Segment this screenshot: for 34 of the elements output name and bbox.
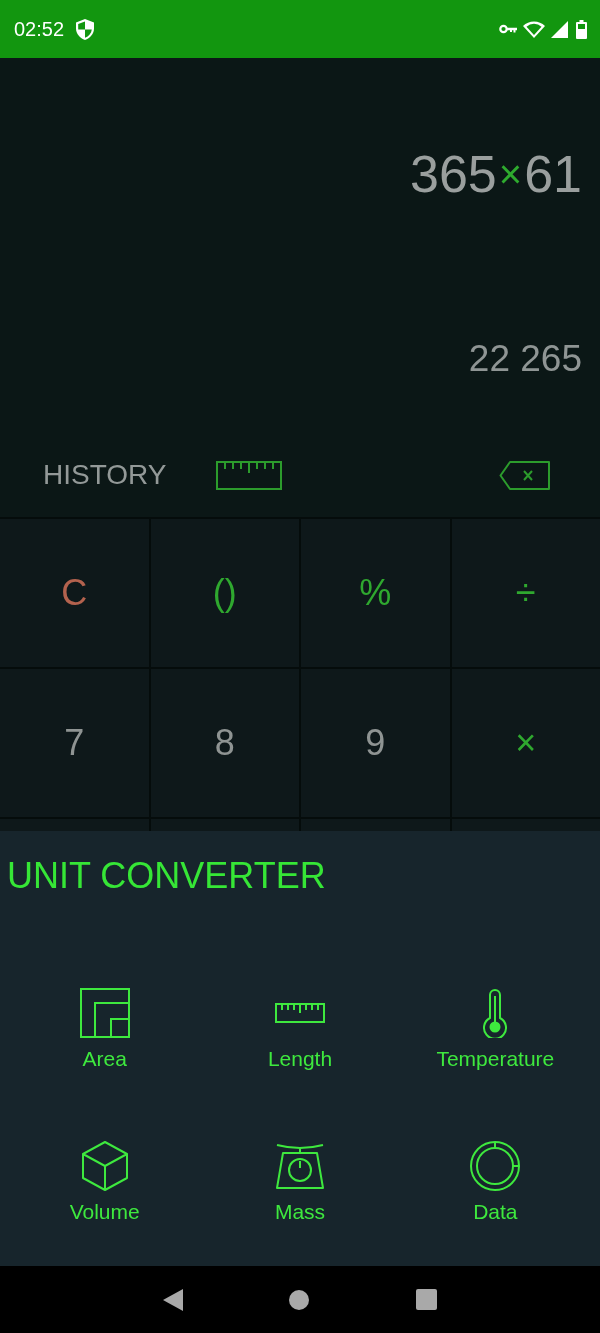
key-button[interactable]: × <box>451 669 600 817</box>
back-icon[interactable] <box>163 1288 184 1311</box>
area-icon <box>79 988 130 1038</box>
history-button[interactable]: HISTORY <box>43 458 167 492</box>
panel-title: UNIT CONVERTER <box>7 854 327 898</box>
key-icon <box>499 24 517 34</box>
ruler-icon <box>275 1003 325 1023</box>
expression-text: 365×61 <box>410 144 582 204</box>
home-icon[interactable] <box>289 1289 310 1310</box>
converter-option-button[interactable]: Length <box>202 987 398 1071</box>
shield-icon <box>76 18 95 40</box>
key-button[interactable]: 8 <box>150 669 299 817</box>
signal-icon <box>551 20 568 38</box>
key-button[interactable]: C <box>0 519 149 667</box>
converter-option-button[interactable]: Area <box>7 987 203 1071</box>
wifi-icon <box>523 20 545 38</box>
battery-icon <box>576 19 587 39</box>
converter-option-button[interactable]: Volume <box>7 1140 203 1224</box>
key-button[interactable]: 7 <box>0 669 149 817</box>
key-button[interactable]: ÷ <box>451 519 600 667</box>
key-button[interactable]: 9 <box>301 669 450 817</box>
ruler-icon[interactable] <box>216 460 283 490</box>
key-button[interactable]: () <box>150 519 299 667</box>
converter-option-button[interactable]: Data <box>397 1140 593 1224</box>
cube-icon <box>81 1141 128 1191</box>
converter-option-button[interactable]: Mass <box>202 1140 398 1224</box>
result-text: 22 265 <box>468 337 582 381</box>
donut-ring-icon <box>470 1141 521 1191</box>
weighing-scale-icon <box>275 1142 325 1190</box>
backspace-icon[interactable] <box>499 460 550 490</box>
recents-icon[interactable] <box>415 1289 437 1310</box>
clock-time: 02:52 <box>14 17 65 41</box>
key-button[interactable]: % <box>301 519 450 667</box>
converter-option-button[interactable]: Temperature <box>397 987 593 1071</box>
